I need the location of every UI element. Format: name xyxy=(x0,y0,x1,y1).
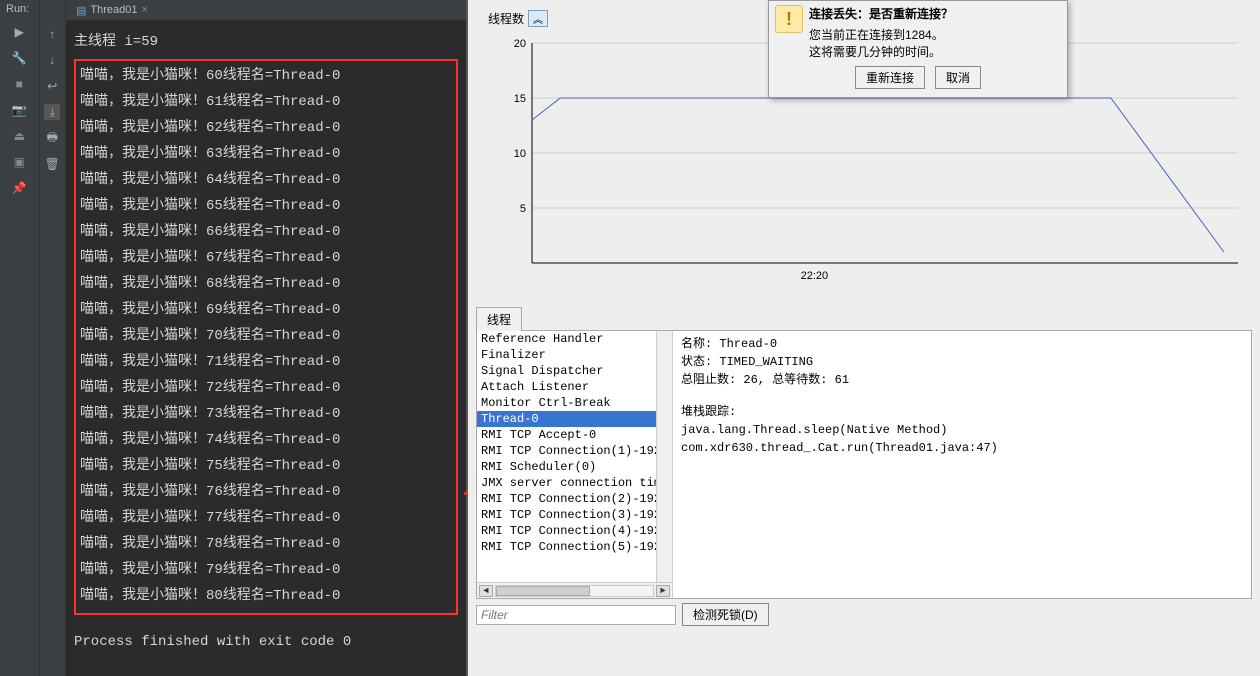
svg-text:10: 10 xyxy=(514,148,526,160)
console-line: 喵喵，我是小猫咪！68线程名=Thread-0 xyxy=(80,271,452,297)
console-line: 喵喵，我是小猫咪！62线程名=Thread-0 xyxy=(80,115,452,141)
detail-blocked-label: 总阻止数: xyxy=(681,373,736,387)
console-line: 喵喵，我是小猫咪！61线程名=Thread-0 xyxy=(80,89,452,115)
tab-thread01[interactable]: ▤ Thread01 × xyxy=(70,2,154,19)
run-icon[interactable]: ▶ xyxy=(11,24,27,40)
svg-text:22:20: 22:20 xyxy=(801,270,829,282)
detail-waited-label: 总等待数: xyxy=(772,373,827,387)
console-line: 喵喵，我是小猫咪！66线程名=Thread-0 xyxy=(80,219,452,245)
chart-title: 线程数 xyxy=(488,10,524,27)
highlighted-output-box: 喵喵，我是小猫咪！60线程名=Thread-0喵喵，我是小猫咪！61线程名=Th… xyxy=(74,59,458,615)
thread-list-scrollbar-horizontal[interactable]: ◄ ► xyxy=(477,582,672,598)
run-gutter: Run: ▶ 🔧 ■ 📷 ⏏ ▣ 📌 xyxy=(0,0,40,676)
console-line: 喵喵，我是小猫咪！64线程名=Thread-0 xyxy=(80,167,452,193)
console-line: 喵喵，我是小猫咪！60线程名=Thread-0 xyxy=(80,63,452,89)
console-line: 喵喵，我是小猫咪！71线程名=Thread-0 xyxy=(80,349,452,375)
thread-list-item[interactable]: RMI TCP Connection(1)-192.168. xyxy=(477,443,656,459)
console-line: 喵喵，我是小猫咪！77线程名=Thread-0 xyxy=(80,505,452,531)
console-line: 喵喵，我是小猫咪！69线程名=Thread-0 xyxy=(80,297,452,323)
detect-deadlock-button[interactable]: 检测死锁(D) xyxy=(682,603,769,626)
detail-stack-line: java.lang.Thread.sleep(Native Method) xyxy=(681,421,1243,439)
console-line: 喵喵，我是小猫咪！73线程名=Thread-0 xyxy=(80,401,452,427)
chart-collapse-button[interactable]: ︽ xyxy=(528,10,548,27)
dialog-line1: 您当前正在连接到1284。 xyxy=(809,26,953,43)
layout-icon[interactable]: ▣ xyxy=(11,154,27,170)
thread-detail: 名称: Thread-0 状态: TIMED_WAITING 总阻止数: 26,… xyxy=(673,331,1251,598)
detail-name-label: 名称: xyxy=(681,337,712,351)
thread-list-item[interactable]: JMX server connection timeout xyxy=(477,475,656,491)
print-icon[interactable]: 🖶 xyxy=(44,130,60,146)
console-line: 喵喵，我是小猫咪！80线程名=Thread-0 xyxy=(80,583,452,609)
detail-name-value: Thread-0 xyxy=(719,337,777,351)
filter-input[interactable] xyxy=(476,605,676,625)
svg-text:20: 20 xyxy=(514,38,526,50)
scroll-to-end-icon[interactable]: ⤓ xyxy=(44,104,60,120)
thread-list-item[interactable]: Thread-0 xyxy=(477,411,656,427)
detail-waited-value: 61 xyxy=(835,373,849,387)
console-main-line: 主线程 i=59 xyxy=(74,29,458,55)
reconnect-button[interactable]: 重新连接 xyxy=(855,66,925,89)
thread-list-item[interactable]: RMI TCP Accept-0 xyxy=(477,427,656,443)
soft-wrap-icon[interactable]: ↩ xyxy=(44,78,60,94)
console-line: 喵喵，我是小猫咪！72线程名=Thread-0 xyxy=(80,375,452,401)
detail-stack-line: com.xdr630.thread_.Cat.run(Thread01.java… xyxy=(681,439,1243,457)
visualvm-pane: ! 连接丢失：是否重新连接？ 您当前正在连接到1284。 这将需要几分钟的时间。… xyxy=(468,0,1260,676)
thread-list-item[interactable]: Signal Dispatcher xyxy=(477,363,656,379)
dialog-title: 连接丢失：是否重新连接？ xyxy=(809,5,953,22)
thread-list-item[interactable]: Reference Handler xyxy=(477,331,656,347)
thread-list-item[interactable]: Attach Listener xyxy=(477,379,656,395)
svg-text:15: 15 xyxy=(514,93,526,105)
thread-list-item[interactable]: RMI Scheduler(0) xyxy=(477,459,656,475)
tab-title: Thread01 xyxy=(90,4,137,16)
thread-list-item[interactable]: Finalizer xyxy=(477,347,656,363)
warning-icon: ! xyxy=(775,5,803,33)
detail-state-label: 状态: xyxy=(681,355,712,369)
thread-list-item[interactable]: RMI TCP Connection(4)-192.168. xyxy=(477,523,656,539)
thread-list-item[interactable]: RMI TCP Connection(5)-192.168. xyxy=(477,539,656,555)
scroll-right-icon[interactable]: ► xyxy=(656,585,670,597)
tab-threads[interactable]: 线程 xyxy=(476,307,522,331)
console-toolbar: ↑ ↓ ↩ ⤓ 🖶 🗑 xyxy=(40,0,66,676)
pin-icon[interactable]: 📌 xyxy=(11,180,27,196)
console-line: 喵喵，我是小猫咪！76线程名=Thread-0 xyxy=(80,479,452,505)
reconnect-dialog: ! 连接丢失：是否重新连接？ 您当前正在连接到1284。 这将需要几分钟的时间。… xyxy=(768,0,1068,98)
console-line: 喵喵，我是小猫咪！70线程名=Thread-0 xyxy=(80,323,452,349)
dialog-line2: 这将需要几分钟的时间。 xyxy=(809,43,953,60)
stop-icon[interactable]: ■ xyxy=(11,76,27,92)
clear-icon[interactable]: 🗑 xyxy=(44,156,60,172)
thread-list-item[interactable]: RMI TCP Connection(3)-192.168. xyxy=(477,507,656,523)
scroll-left-icon[interactable]: ◄ xyxy=(479,585,493,597)
console-output[interactable]: 主线程 i=59 喵喵，我是小猫咪！60线程名=Thread-0喵喵，我是小猫咪… xyxy=(66,21,466,676)
thread-list: Reference HandlerFinalizerSignal Dispatc… xyxy=(477,331,673,598)
tab-file-icon: ▤ xyxy=(76,4,86,17)
cancel-button[interactable]: 取消 xyxy=(935,66,981,89)
console-line: 喵喵，我是小猫咪！74线程名=Thread-0 xyxy=(80,427,452,453)
tab-bar: ▤ Thread01 × xyxy=(66,0,466,21)
exit-icon[interactable]: ⏏ xyxy=(11,128,27,144)
wrench-icon[interactable]: 🔧 xyxy=(11,50,27,66)
console-line: 喵喵，我是小猫咪！78线程名=Thread-0 xyxy=(80,531,452,557)
console-exit-line: Process finished with exit code 0 xyxy=(74,629,458,655)
console-line: 喵喵，我是小猫咪！65线程名=Thread-0 xyxy=(80,193,452,219)
console-line: 喵喵，我是小猫咪！63线程名=Thread-0 xyxy=(80,141,452,167)
console-line: 喵喵，我是小猫咪！75线程名=Thread-0 xyxy=(80,453,452,479)
threads-section: 线程 Reference HandlerFinalizerSignal Disp… xyxy=(476,306,1252,626)
detail-state-value: TIMED_WAITING xyxy=(719,355,813,369)
thread-list-scrollbar-vertical[interactable] xyxy=(656,331,672,582)
console-line: 喵喵，我是小猫咪！79线程名=Thread-0 xyxy=(80,557,452,583)
svg-text:5: 5 xyxy=(520,203,526,215)
close-icon[interactable]: × xyxy=(142,4,148,16)
detail-stack-label: 堆栈跟踪: xyxy=(681,403,1243,421)
thread-list-item[interactable]: Monitor Ctrl-Break xyxy=(477,395,656,411)
thread-list-item[interactable]: RMI TCP Connection(2)-192.168. xyxy=(477,491,656,507)
console-pane: ▤ Thread01 × 主线程 i=59 喵喵，我是小猫咪！60线程名=Thr… xyxy=(66,0,468,676)
down-arrow-icon[interactable]: ↓ xyxy=(44,52,60,68)
camera-icon[interactable]: 📷 xyxy=(11,102,27,118)
up-arrow-icon[interactable]: ↑ xyxy=(44,26,60,42)
run-label: Run: xyxy=(0,0,39,18)
console-line: 喵喵，我是小猫咪！67线程名=Thread-0 xyxy=(80,245,452,271)
detail-blocked-value: 26, xyxy=(743,373,765,387)
